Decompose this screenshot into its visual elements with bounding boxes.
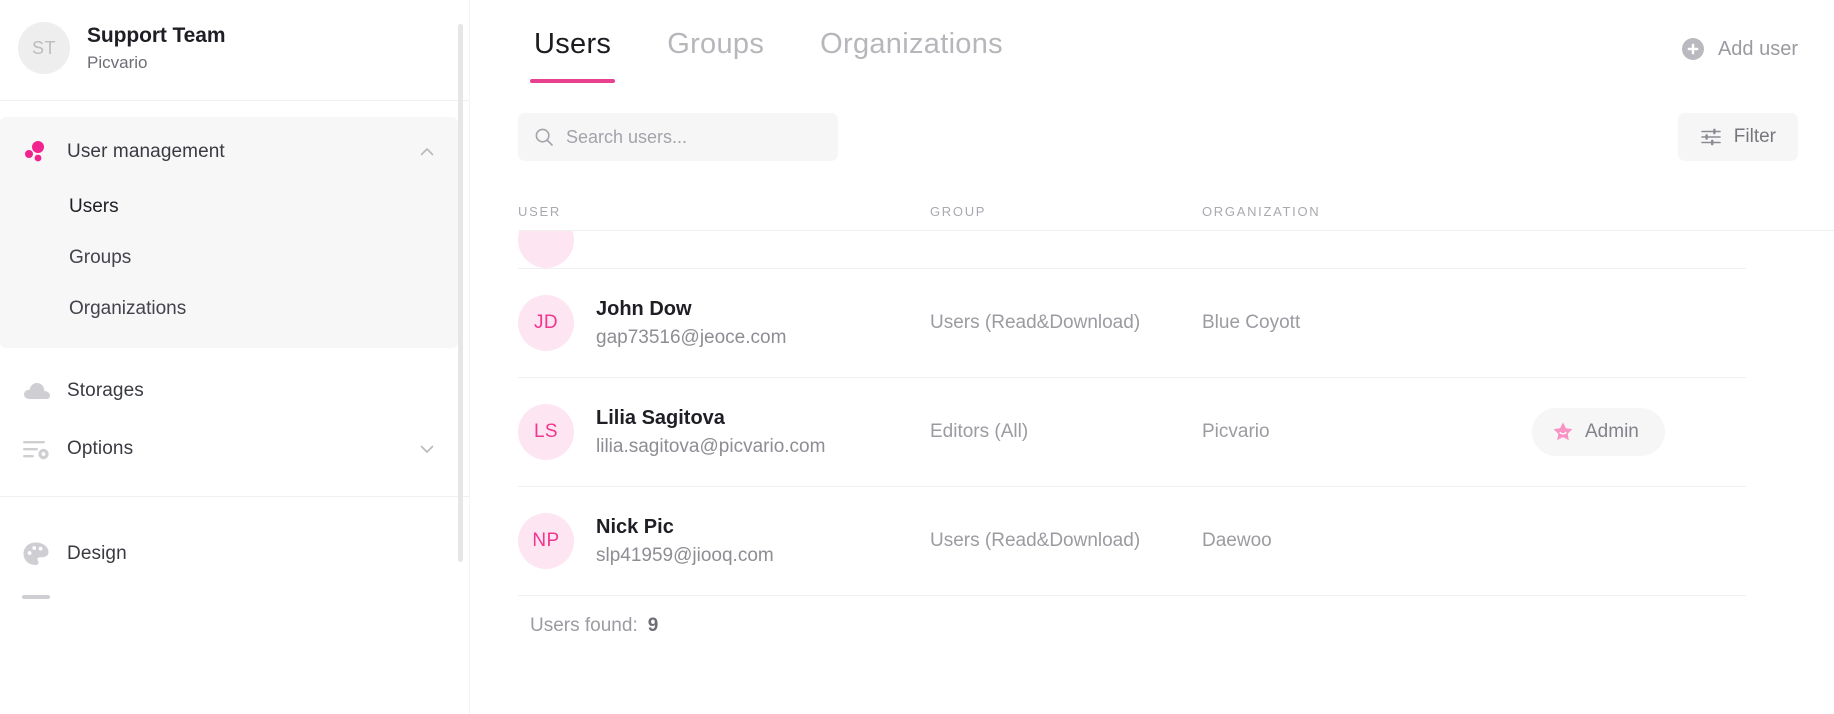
search-icon	[534, 127, 554, 147]
avatar	[518, 231, 574, 268]
tab-label: Groups	[667, 28, 765, 60]
sidebar-item-users[interactable]: Users	[0, 181, 458, 232]
account-org: Picvario	[87, 52, 148, 72]
cloud-icon	[22, 379, 56, 403]
sidebar: ST Support Team Picvario User management	[0, 0, 470, 714]
sidebar-item-partial-icon	[22, 595, 50, 599]
chevron-up-icon[interactable]	[418, 143, 436, 161]
search-input[interactable]	[566, 126, 822, 148]
account-header[interactable]: ST Support Team Picvario	[0, 0, 470, 100]
sidebar-item-user-management[interactable]: User management	[0, 123, 458, 181]
users-table: USER GROUP ORGANIZATION JD John Dow gap7…	[506, 196, 1834, 656]
user-organization: Daewoo	[1202, 530, 1272, 551]
sidebar-item-options[interactable]: Options	[0, 420, 470, 478]
column-header-organization: ORGANIZATION	[1202, 203, 1321, 219]
divider	[0, 100, 470, 101]
avatar: LS	[518, 404, 574, 460]
settings-sliders-icon	[22, 437, 56, 461]
tab-label: Organizations	[820, 28, 1003, 60]
users-found-footer: Users found: 9	[518, 596, 1834, 656]
avatar: NP	[518, 513, 574, 569]
table-body: JD John Dow gap73516@jeoce.com Users (Re…	[518, 230, 1834, 596]
sliders-icon	[1700, 126, 1722, 148]
tabs: Users Groups Organizations	[506, 22, 1031, 83]
avatar: ST	[18, 22, 70, 74]
sidebar-item-label: User management	[67, 141, 225, 162]
toolbar: Filter	[506, 104, 1834, 170]
account-name: Support Team	[87, 23, 226, 47]
nav-group-user-management: User management Users Groups Organizatio…	[0, 117, 458, 348]
user-name: Nick Pic	[596, 515, 674, 538]
table-header-row: USER GROUP ORGANIZATION	[518, 196, 1834, 226]
tabs-row: Users Groups Organizations Add user	[506, 0, 1834, 104]
search-box[interactable]	[518, 113, 838, 161]
users-found-label: Users found:	[530, 615, 638, 636]
app-root: ST Support Team Picvario User management	[0, 0, 1834, 714]
sidebar-item-groups[interactable]: Groups	[0, 232, 458, 283]
users-found-count: 9	[647, 615, 659, 636]
table-row[interactable]: NP Nick Pic slp41959@jiooq.com Users (Re…	[518, 487, 1746, 596]
sidebar-item-label: Options	[67, 438, 134, 459]
tab-users[interactable]: Users	[506, 22, 639, 83]
user-cell: NP Nick Pic slp41959@jiooq.com	[518, 513, 930, 569]
tab-organizations[interactable]: Organizations	[792, 22, 1031, 83]
user-group: Editors (All)	[930, 421, 1029, 442]
user-group: Users (Read&Download)	[930, 530, 1141, 551]
account-text: Support Team Picvario	[87, 23, 226, 73]
table-row[interactable]: JD John Dow gap73516@jeoce.com Users (Re…	[518, 269, 1746, 378]
sidebar-item-label: Groups	[69, 246, 132, 268]
column-header-user: USER	[518, 203, 561, 219]
status-badge-label: Admin	[1585, 421, 1639, 442]
tab-groups[interactable]: Groups	[639, 22, 792, 83]
user-name: Lilia Sagitova	[596, 406, 725, 429]
palette-icon	[22, 541, 56, 567]
sidebar-item-label: Storages	[67, 380, 144, 401]
star-icon	[1552, 421, 1574, 443]
sidebar-item-storages[interactable]: Storages	[0, 362, 470, 420]
status-badge: Admin	[1532, 408, 1665, 456]
table-row[interactable]	[518, 231, 1746, 269]
sidebar-item-design[interactable]: Design	[0, 525, 470, 583]
user-cell: LS Lilia Sagitova lilia.sagitova@picvari…	[518, 404, 930, 460]
plus-circle-icon	[1680, 36, 1706, 62]
user-text: John Dow gap73516@jeoce.com	[596, 298, 786, 349]
sidebar-item-label: Design	[67, 543, 127, 564]
main-content: Users Groups Organizations Add user Sear…	[470, 0, 1834, 714]
user-email: gap73516@jeoce.com	[596, 326, 787, 348]
table-row[interactable]: LS Lilia Sagitova lilia.sagitova@picvari…	[518, 378, 1746, 487]
avatar: JD	[518, 295, 574, 351]
user-name: John Dow	[596, 297, 692, 320]
chevron-down-icon[interactable]	[418, 440, 436, 458]
filter-button[interactable]: Filter	[1677, 113, 1798, 161]
column-header-group: GROUP	[930, 203, 987, 219]
user-organization: Picvario	[1202, 421, 1270, 442]
tab-label: Users	[534, 28, 612, 60]
user-text: Lilia Sagitova lilia.sagitova@picvario.c…	[596, 407, 825, 458]
user-cell	[518, 231, 930, 268]
user-email: slp41959@jiooq.com	[596, 544, 774, 566]
add-user-button[interactable]: Add user	[1672, 28, 1834, 70]
sidebar-item-label: Organizations	[69, 297, 187, 319]
dots-cluster-icon	[22, 139, 56, 165]
user-cell: JD John Dow gap73516@jeoce.com	[518, 295, 930, 351]
sidebar-item-label: Users	[69, 195, 119, 217]
user-badge-cell: Admin	[1532, 408, 1746, 456]
user-organization: Blue Coyott	[1202, 312, 1301, 333]
user-email: lilia.sagitova@picvario.com	[596, 435, 826, 457]
add-user-label: Add user	[1717, 37, 1798, 60]
sidebar-scrollbar-thumb[interactable]	[458, 24, 463, 562]
sidebar-item-organizations[interactable]: Organizations	[0, 283, 458, 334]
user-text: Nick Pic slp41959@jiooq.com	[596, 516, 774, 567]
user-group: Users (Read&Download)	[930, 312, 1141, 333]
filter-label: Filter	[1733, 126, 1776, 147]
